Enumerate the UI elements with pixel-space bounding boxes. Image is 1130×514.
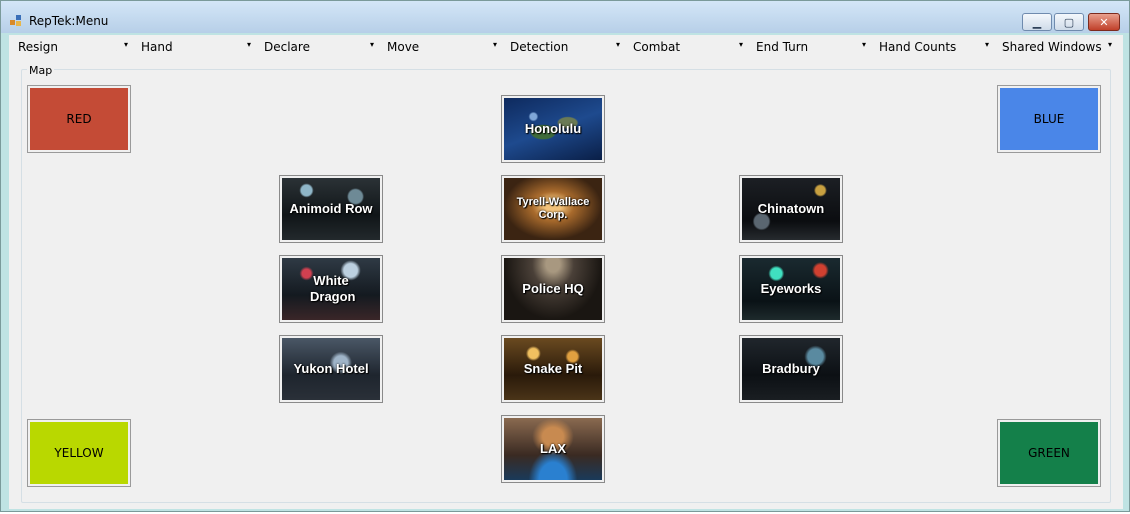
location-yukon-hotel[interactable]: Yukon Hotel [279,335,383,403]
menu-move-label: Move [387,40,420,54]
dropdown-arrow-icon: ▾ [861,40,866,49]
location-bradbury[interactable]: Bradbury [739,335,843,403]
chinatown-label: Chinatown [757,201,825,216]
yukon-hotel-label: Yukon Hotel [293,361,369,376]
yellow-player-zone[interactable]: YELLOW [27,419,131,487]
yellow-label: YELLOW [54,446,104,460]
menu-detection[interactable]: Detection ▾ [507,35,630,59]
red-player-zone[interactable]: RED [27,85,131,153]
menu-detection-label: Detection [510,40,569,54]
window-title: RepTek:Menu [29,14,109,28]
green-label: GREEN [1028,446,1070,460]
location-animoid-row[interactable]: Animoid Row [279,175,383,243]
app-window: RepTek:Menu ▁ ▢ ✕ Resign ▾ Hand ▾ Declar… [0,0,1130,512]
tyrell-wallace-label: Tyrell-Wallace Corp. [516,196,590,221]
menu-resign[interactable]: Resign ▾ [15,35,138,59]
dropdown-arrow-icon: ▾ [615,40,620,49]
menu-resign-label: Resign [18,40,58,54]
menu-combat-label: Combat [633,40,681,54]
location-tyrell-wallace[interactable]: Tyrell-Wallace Corp. [501,175,605,243]
dropdown-arrow-icon: ▾ [246,40,251,49]
animoid-row-label: Animoid Row [289,201,373,216]
map-label: Map [27,64,55,77]
maximize-icon: ▢ [1063,15,1075,29]
menu-hand-label: Hand [141,40,173,54]
close-icon: ✕ [1099,15,1109,29]
menu-bar: Resign ▾ Hand ▾ Declare ▾ Move ▾ Detecti… [9,35,1123,59]
maximize-button[interactable]: ▢ [1054,13,1084,31]
menu-shared-windows-label: Shared Windows [1002,40,1102,54]
menu-shared-windows[interactable]: Shared Windows ▾ [999,35,1122,59]
location-honolulu[interactable]: Honolulu [501,95,605,163]
close-button[interactable]: ✕ [1088,13,1120,31]
menu-move[interactable]: Move ▾ [384,35,507,59]
blue-player-zone[interactable]: BLUE [997,85,1101,153]
menu-hand-counts[interactable]: Hand Counts ▾ [876,35,999,59]
app-icon [10,15,22,27]
dropdown-arrow-icon: ▾ [123,40,128,49]
location-snake-pit[interactable]: Snake Pit [501,335,605,403]
snake-pit-label: Snake Pit [523,361,583,376]
location-eyeworks[interactable]: Eyeworks [739,255,843,323]
menu-hand-counts-label: Hand Counts [879,40,957,54]
title-bar[interactable]: RepTek:Menu ▁ ▢ ✕ [1,1,1129,33]
menu-hand[interactable]: Hand ▾ [138,35,261,59]
menu-declare-label: Declare [264,40,310,54]
lax-label: LAX [540,441,566,456]
minimize-icon: ▁ [1032,15,1042,29]
dropdown-arrow-icon: ▾ [738,40,743,49]
honolulu-label: Honolulu [524,121,582,136]
red-label: RED [66,112,92,126]
green-player-zone[interactable]: GREEN [997,419,1101,487]
location-chinatown[interactable]: Chinatown [739,175,843,243]
menu-combat[interactable]: Combat ▾ [630,35,753,59]
location-white-dragon[interactable]: White Dragon [279,255,383,323]
location-police-hq[interactable]: Police HQ [501,255,605,323]
client-area: Map RED BLUE YELLOW GREEN Honolulu Animo… [9,59,1123,509]
dropdown-arrow-icon: ▾ [984,40,989,49]
dropdown-arrow-icon: ▾ [1107,40,1112,49]
menu-declare[interactable]: Declare ▾ [261,35,384,59]
bradbury-label: Bradbury [762,361,820,376]
minimize-button[interactable]: ▁ [1022,13,1052,31]
police-hq-label: Police HQ [522,281,584,296]
menu-end-turn-label: End Turn [756,40,809,54]
dropdown-arrow-icon: ▾ [492,40,497,49]
blue-label: BLUE [1033,112,1065,126]
dropdown-arrow-icon: ▾ [369,40,374,49]
location-lax[interactable]: LAX [501,415,605,483]
white-dragon-label: White Dragon [310,273,356,304]
menu-end-turn[interactable]: End Turn ▾ [753,35,876,59]
eyeworks-label: Eyeworks [760,281,822,296]
